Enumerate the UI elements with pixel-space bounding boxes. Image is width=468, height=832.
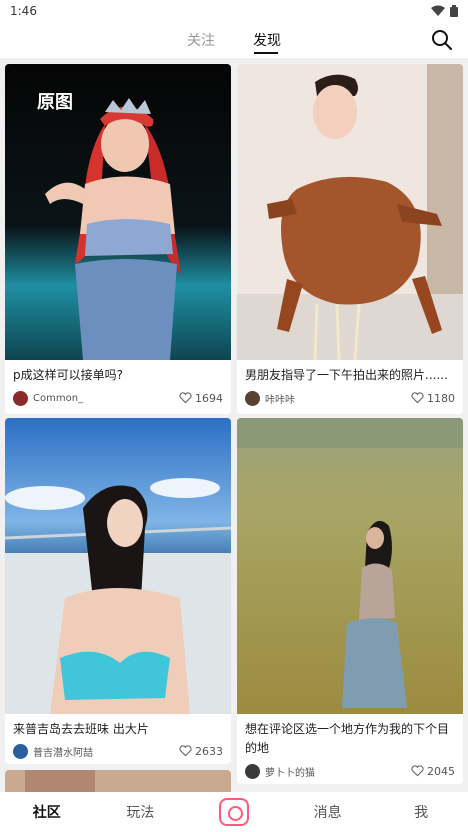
like-count[interactable]: 2045 bbox=[411, 765, 455, 778]
author-name: 咔咔咔 bbox=[265, 394, 295, 406]
card-title: p成这样可以接单吗? bbox=[13, 368, 123, 382]
post-image bbox=[5, 418, 231, 714]
feed: 原图 p成这样可以接单吗? Common_ 1694 男朋友指导了一下午拍出来的… bbox=[0, 58, 468, 792]
card-title: 想在评论区选一个地方作为我的下个目的地 bbox=[245, 722, 450, 755]
original-badge: 原图 bbox=[37, 92, 73, 113]
like-count-value: 1694 bbox=[195, 391, 223, 405]
heart-icon bbox=[179, 392, 192, 404]
nav-me[interactable]: 我 bbox=[374, 802, 468, 822]
top-nav: 关注 发现 bbox=[0, 22, 468, 58]
avatar bbox=[245, 763, 260, 779]
card-meta: 咔咔咔 1180 bbox=[245, 389, 455, 407]
post-image bbox=[237, 64, 463, 360]
author-name: 萝卜卜的猫 bbox=[265, 767, 315, 779]
heart-icon bbox=[411, 392, 424, 404]
card-meta: Common_ 1694 bbox=[13, 389, 223, 407]
like-count-value: 1180 bbox=[427, 391, 455, 405]
feed-card[interactable]: 来普吉岛去去班味 出大片 普吉潜水阿喆 2633 bbox=[5, 418, 231, 764]
feed-card[interactable]: 原图 p成这样可以接单吗? Common_ 1694 bbox=[5, 64, 231, 414]
author-name: Common_ bbox=[33, 392, 84, 404]
like-count-value: 2633 bbox=[195, 744, 223, 758]
nav-community[interactable]: 社区 bbox=[0, 802, 94, 822]
like-count[interactable]: 1180 bbox=[411, 392, 455, 405]
camera-icon bbox=[218, 798, 249, 826]
avatar bbox=[13, 743, 28, 759]
nav-messages[interactable]: 消息 bbox=[281, 802, 375, 822]
feed-card[interactable]: 男朋友指导了一下午拍出来的照片...... 咔咔咔 1180 bbox=[237, 64, 463, 414]
tab-follow[interactable]: 关注 bbox=[187, 30, 215, 50]
heart-icon bbox=[411, 765, 424, 777]
card-title: 男朋友指导了一下午拍出来的照片...... bbox=[245, 368, 448, 382]
card-meta: 普吉潜水阿喆 2633 bbox=[13, 742, 223, 760]
author-name: 普吉潜水阿喆 bbox=[33, 747, 93, 759]
status-time: 1:46 bbox=[10, 4, 37, 18]
status-icons bbox=[431, 5, 458, 17]
feed-card-partial[interactable] bbox=[5, 770, 231, 792]
battery-icon bbox=[450, 5, 458, 17]
search-icon[interactable] bbox=[430, 28, 454, 52]
like-count[interactable]: 1694 bbox=[179, 392, 223, 405]
avatar bbox=[245, 390, 260, 406]
nav-camera[interactable] bbox=[187, 798, 281, 826]
card-title: 来普吉岛去去班味 出大片 bbox=[13, 722, 149, 736]
avatar bbox=[13, 390, 28, 406]
nav-play[interactable]: 玩法 bbox=[94, 802, 188, 822]
status-bar: 1:46 bbox=[0, 0, 468, 22]
heart-icon bbox=[179, 745, 192, 757]
active-tab-indicator bbox=[254, 52, 278, 54]
card-meta: 萝卜卜的猫 2045 bbox=[245, 762, 455, 780]
feed-card[interactable]: 想在评论区选一个地方作为我的下个目的地 萝卜卜的猫 2045 bbox=[237, 418, 463, 784]
like-count[interactable]: 2633 bbox=[179, 745, 223, 758]
post-image bbox=[237, 418, 463, 714]
post-image bbox=[5, 770, 231, 792]
tab-discover[interactable]: 发现 bbox=[253, 30, 281, 50]
wifi-icon bbox=[431, 5, 445, 16]
like-count-value: 2045 bbox=[427, 764, 455, 778]
bottom-nav: 社区 玩法 消息 我 bbox=[0, 792, 468, 832]
